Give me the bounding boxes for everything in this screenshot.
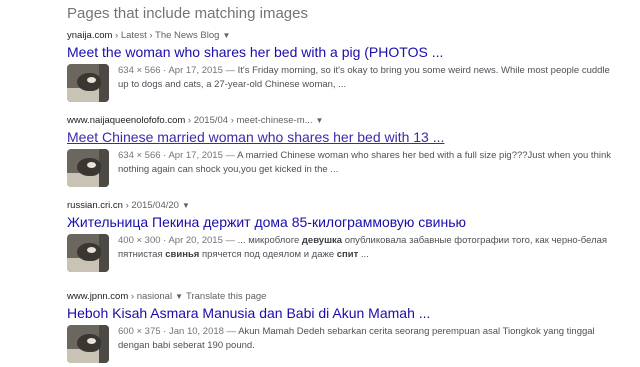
- result-domain: www.naijaqueenolofofo.com: [67, 115, 186, 126]
- result-domain: russian.cri.cn: [67, 200, 123, 211]
- result-date: Apr 20, 2015: [168, 235, 223, 246]
- caret-down-icon[interactable]: ▼: [316, 114, 324, 127]
- result-thumbnail[interactable]: [67, 325, 109, 363]
- result-snippet: 634 × 566 · Apr 17, 2015 — It's Friday m…: [118, 65, 610, 90]
- image-dimensions: 634 × 566: [118, 150, 161, 161]
- search-result: russian.cri.cn › 2015/04/20 ▼ Жительница …: [67, 199, 627, 276]
- result-snippet: 634 × 566 · Apr 17, 2015 — A married Chi…: [118, 150, 611, 175]
- result-title-link[interactable]: Meet the woman who shares her bed with a…: [67, 43, 627, 62]
- result-path: › Latest › The News Blog: [112, 30, 220, 41]
- result-domain: www.jpnn.com: [67, 291, 129, 302]
- result-path: › nasional: [128, 291, 173, 302]
- result-date: Jan 10, 2018: [168, 326, 224, 337]
- snippet-text-part: ... микроблоге: [237, 235, 302, 246]
- result-title-link[interactable]: Жительница Пекина держит дома 85-килогра…: [67, 213, 627, 232]
- result-breadcrumb: www.naijaqueenolofofo.com › 2015/04 › me…: [67, 114, 627, 127]
- result-snippet: 400 × 300 · Apr 20, 2015 — ... микроблог…: [118, 235, 608, 260]
- result-thumbnail[interactable]: [67, 149, 109, 187]
- caret-down-icon[interactable]: ▼: [175, 290, 183, 303]
- snippet-text-part: прячется под одеялом и даже: [199, 248, 337, 260]
- image-dimensions: 400 × 300: [118, 235, 161, 246]
- result-title-link[interactable]: Meet Chinese married woman who shares he…: [67, 128, 627, 147]
- result-title-link[interactable]: Heboh Kisah Asmara Manusia dan Babi di A…: [67, 304, 627, 323]
- snippet-text-part: ...: [358, 248, 369, 260]
- translate-link[interactable]: Translate this page: [186, 291, 266, 302]
- result-path: › 2015/04 › meet-chinese-m...: [185, 115, 313, 126]
- result-date: Apr 17, 2015: [168, 150, 223, 161]
- result-breadcrumb: www.jpnn.com › nasional ▼ Translate this p…: [67, 290, 627, 303]
- result-thumbnail[interactable]: [67, 234, 109, 272]
- image-dimensions: 600 × 375: [118, 326, 161, 337]
- caret-down-icon[interactable]: ▼: [222, 29, 230, 42]
- snippet-highlight: девушка: [301, 235, 343, 246]
- search-result: www.jpnn.com › nasional ▼ Translate this p…: [67, 290, 627, 367]
- result-thumbnail[interactable]: [67, 64, 109, 102]
- search-result: www.naijaqueenolofofo.com › 2015/04 › me…: [67, 114, 627, 191]
- search-result: ynaija.com › Latest › The News Blog ▼ Mee…: [67, 29, 627, 106]
- result-date: Apr 17, 2015: [168, 65, 223, 76]
- result-breadcrumb: ynaija.com › Latest › The News Blog ▼: [67, 29, 627, 42]
- result-snippet: 600 × 375 · Jan 10, 2018 — Akun Mamah De…: [118, 326, 595, 351]
- result-path: › 2015/04/20: [122, 200, 179, 211]
- image-dimensions: 634 × 566: [118, 65, 161, 76]
- result-breadcrumb: russian.cri.cn › 2015/04/20 ▼: [67, 199, 627, 212]
- snippet-highlight: спит: [336, 248, 359, 260]
- caret-down-icon[interactable]: ▼: [182, 199, 190, 212]
- result-domain: ynaija.com: [67, 30, 113, 41]
- snippet-highlight: свинья: [165, 248, 200, 260]
- section-title: Pages that include matching images: [67, 5, 308, 22]
